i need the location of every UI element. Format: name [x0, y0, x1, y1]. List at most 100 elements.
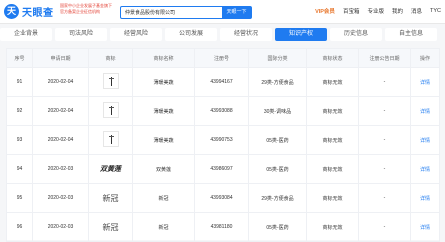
row-apply-date: 2020-02-03 [32, 212, 89, 242]
row-intl-class: 30类-调味品 [248, 96, 307, 126]
row-mark: 双黄莲 [88, 154, 133, 184]
row-mark-name: 薄暖美蔬 [132, 67, 195, 97]
row-status: 商标无效 [306, 183, 359, 213]
table-header-row: 序号 申请日期 商标 商标名称 注册号 国际分类 商标状态 注册公告日期 操作 [6, 48, 440, 68]
tab-company-development[interactable]: 公司发展 [165, 28, 217, 41]
tab-label: 经营风险 [123, 31, 148, 37]
detail-link[interactable]: 详情 [410, 154, 440, 184]
row-intl-class: 29类-方便食品 [248, 183, 307, 213]
col-apply-date[interactable]: 申请日期 [32, 48, 89, 68]
col-action: 操作 [410, 48, 440, 68]
search-box: 天眼一下 [120, 6, 252, 19]
col-mark-name: 商标名称 [132, 48, 195, 68]
row-notice-date: - [358, 67, 411, 97]
table-row: 92 2020-02-04 薄暖美蔬 43993088 30类-调味品 商标无效… [6, 96, 440, 126]
trademark-image[interactable]: 新冠 [103, 194, 119, 203]
tab-intellectual-property[interactable]: 知识产权 [275, 28, 327, 41]
logo[interactable]: 天 天眼查 [4, 4, 54, 19]
tab-label: 企业背景 [13, 31, 38, 37]
row-notice-date: - [358, 154, 411, 184]
tab-label: 自主信息 [398, 31, 423, 37]
tab-label: 公司发展 [178, 31, 203, 37]
detail-link[interactable]: 详情 [410, 212, 440, 242]
row-reg-no: 43993084 [194, 183, 249, 213]
search-button[interactable]: 天眼一下 [222, 7, 251, 18]
tab-judicial-risk[interactable]: 司法风险 [55, 28, 107, 41]
trademark-image[interactable] [102, 73, 119, 89]
detail-link[interactable]: 详情 [410, 125, 440, 155]
row-status: 商标无效 [306, 212, 359, 242]
row-index: 91 [6, 67, 33, 97]
tab-business-status[interactable]: 经营状况 [220, 28, 272, 41]
row-reg-no: 43993088 [194, 96, 249, 126]
trademark-table: 序号 申请日期 商标 商标名称 注册号 国际分类 商标状态 注册公告日期 操作 … [6, 48, 440, 242]
row-mark-name: 新冠 [132, 212, 195, 242]
row-reg-no: 43986097 [194, 154, 249, 184]
col-intl-class[interactable]: 国际分类 [248, 48, 307, 68]
row-apply-date: 2020-02-04 [32, 125, 89, 155]
trademark-image[interactable]: 新冠 [103, 223, 119, 232]
row-mark [88, 67, 133, 97]
trademark-image[interactable] [102, 131, 119, 147]
row-status: 商标无效 [306, 125, 359, 155]
row-reg-no: 43990753 [194, 125, 249, 155]
tab-label: 历史信息 [343, 31, 368, 37]
detail-link[interactable]: 详情 [410, 67, 440, 97]
row-index: 96 [6, 212, 33, 242]
row-reg-no: 43994167 [194, 67, 249, 97]
row-mark-name: 薄暖美蔬 [132, 96, 195, 126]
promo-line-1: 国家中小企业发展子基金旗下 [60, 3, 112, 8]
row-mark [88, 125, 133, 155]
detail-link[interactable]: 详情 [410, 96, 440, 126]
tab-label: 司法风险 [68, 31, 93, 37]
logo-text: 天眼查 [22, 8, 54, 19]
row-mark: 新冠 [88, 212, 133, 242]
tab-self-info[interactable]: 自主信息 [385, 28, 437, 41]
table-row: 93 2020-02-04 薄暖美蔬 43990753 05类-医药 商标无效 … [6, 125, 440, 155]
row-intl-class: 05类-医药 [248, 125, 307, 155]
table-row: 91 2020-02-04 薄暖美蔬 43994167 29类-方便食品 商标无… [6, 67, 440, 97]
row-status: 商标无效 [306, 67, 359, 97]
row-index: 92 [6, 96, 33, 126]
nav-item-mine[interactable]: 我的 [392, 7, 403, 15]
row-notice-date: - [358, 96, 411, 126]
row-mark [88, 96, 133, 126]
nav-item-messages[interactable]: 消息 [411, 7, 422, 15]
tab-label: 知识产权 [288, 31, 313, 37]
search-input[interactable] [125, 7, 221, 18]
trademark-image[interactable]: 双黄莲 [100, 164, 121, 173]
row-mark: 新冠 [88, 183, 133, 213]
category-tabs: 企业背景 司法风险 经营风险 公司发展 经营状况 知识产权 历史信息 自主信息 [0, 28, 445, 42]
user-avatar[interactable]: TYC [430, 8, 441, 14]
row-mark-name: 新冠 [132, 183, 195, 213]
logo-icon: 天 [4, 4, 19, 19]
row-index: 95 [6, 183, 33, 213]
nav-item-pro[interactable]: 专业版 [367, 7, 384, 15]
tab-enterprise-background[interactable]: 企业背景 [0, 28, 52, 41]
row-apply-date: 2020-02-03 [32, 183, 89, 213]
col-index: 序号 [6, 48, 33, 68]
col-status[interactable]: 商标状态 [306, 48, 359, 68]
promo-banner[interactable]: 国家中小企业发展子基金旗下 官方备案企业征信机构 [60, 3, 112, 21]
top-bar: 天 天眼查 国家中小企业发展子基金旗下 官方备案企业征信机构 天眼一下 VIP会… [0, 0, 445, 24]
row-mark-name: 双黄莲 [132, 154, 195, 184]
col-mark: 商标 [88, 48, 133, 68]
tab-label: 经营状况 [233, 31, 258, 37]
tab-history[interactable]: 历史信息 [330, 28, 382, 41]
trademark-image[interactable] [102, 102, 119, 118]
table-row: 94 2020-02-03 双黄莲 双黄莲 43986097 05类-医药 商标… [6, 154, 440, 184]
row-notice-date: - [358, 183, 411, 213]
row-notice-date: - [358, 125, 411, 155]
row-status: 商标无效 [306, 154, 359, 184]
row-mark-name: 薄暖美蔬 [132, 125, 195, 155]
detail-link[interactable]: 详情 [410, 183, 440, 213]
row-apply-date: 2020-02-03 [32, 154, 89, 184]
top-nav: VIP会员 百宝箱 专业版 我的 消息 TYC [315, 7, 441, 15]
nav-item-toolbox[interactable]: 百宝箱 [343, 7, 360, 15]
row-intl-class: 05类-医药 [248, 212, 307, 242]
row-index: 93 [6, 125, 33, 155]
vip-link[interactable]: VIP会员 [315, 7, 335, 15]
tab-business-risk[interactable]: 经营风险 [110, 28, 162, 41]
row-apply-date: 2020-02-04 [32, 96, 89, 126]
row-intl-class: 29类-方便食品 [248, 67, 307, 97]
